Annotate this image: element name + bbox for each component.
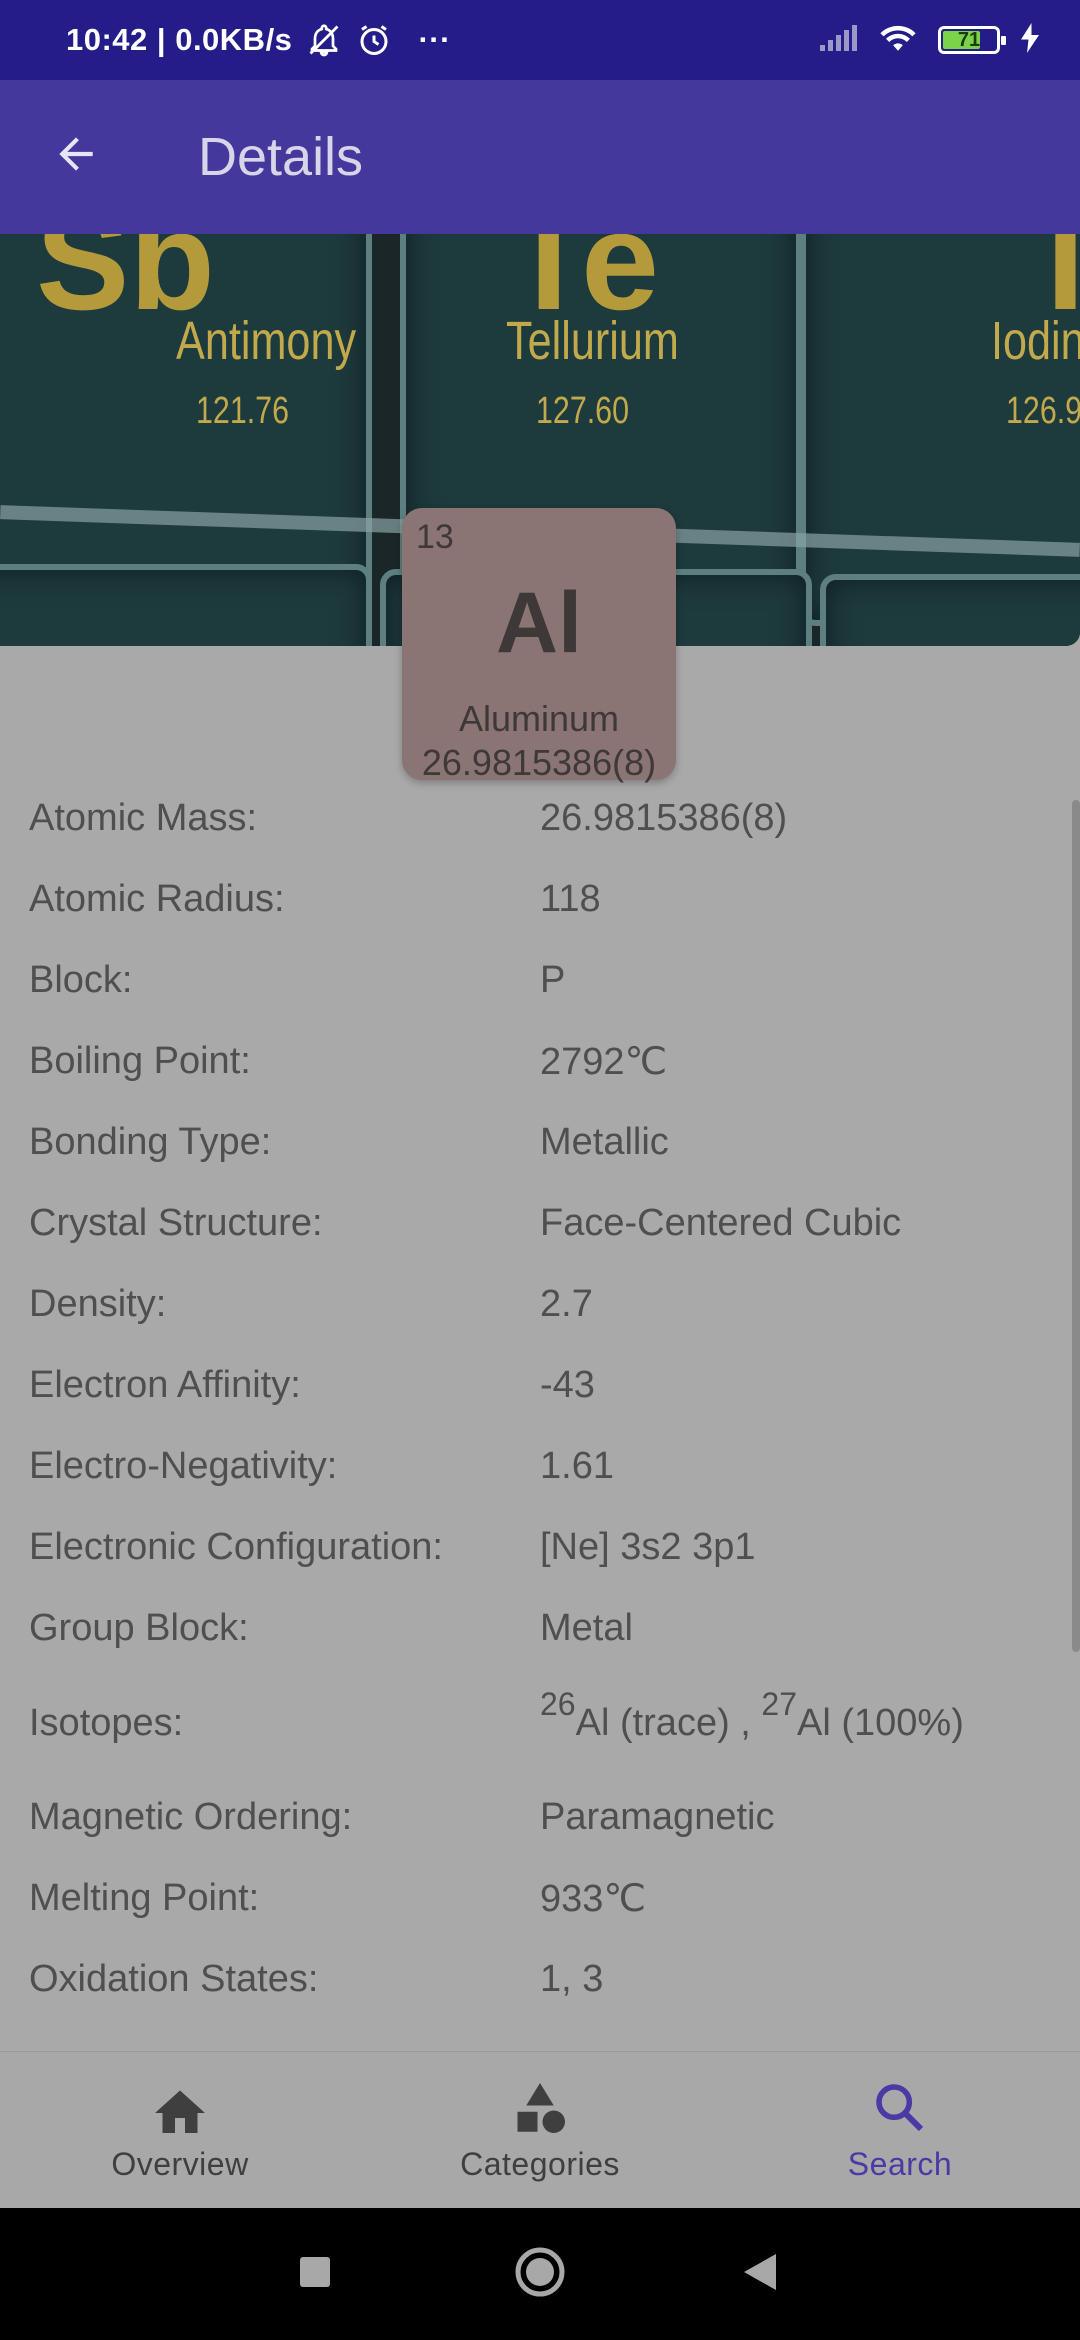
property-value: 1, 3	[540, 1958, 604, 2000]
nav-label: Search	[847, 2146, 953, 2182]
hero-tile-name: Iodin	[991, 311, 1080, 371]
hero-tile-lower	[820, 574, 1080, 646]
property-row: Electro-Negativity: 1.61	[0, 1426, 1060, 1507]
property-row: Bonding Type: Metallic	[0, 1102, 1060, 1183]
wifi-icon	[878, 22, 918, 59]
home-icon	[150, 2078, 210, 2138]
hero-tile-name: Antimony	[176, 311, 357, 371]
property-label: Magnetic Ordering:	[29, 1796, 353, 1838]
property-row: Crystal Structure: Face-Centered Cubic	[0, 1183, 1060, 1264]
hero-tile-name: Tellurium	[506, 311, 679, 371]
nav-overview[interactable]: Overview	[0, 2052, 360, 2208]
nav-search[interactable]: Search	[720, 2052, 1080, 2208]
property-label: Density:	[29, 1283, 167, 1325]
property-row: Density: 2.7	[0, 1264, 1060, 1345]
network-speed: 0.0KB/s	[175, 22, 293, 57]
property-row: Atomic Radius: 118	[0, 859, 1060, 940]
property-value: 2792℃	[540, 1041, 668, 1083]
isotope-mass-number: 27	[761, 1685, 797, 1722]
hero-tile-mass: 121.76	[196, 390, 289, 432]
property-value: Metal	[540, 1607, 633, 1649]
nav-categories[interactable]: Categories	[360, 2052, 720, 2208]
property-label: Bonding Type:	[29, 1121, 272, 1163]
property-label: Block:	[29, 959, 133, 1001]
property-label: Atomic Mass:	[29, 797, 258, 839]
back-button[interactable]	[38, 118, 114, 194]
system-navigation-bar	[0, 2208, 1080, 2340]
mute-notifications-icon	[306, 22, 342, 58]
nav-label: Categories	[460, 2146, 620, 2182]
property-row: Oxidation States: 1, 3	[0, 1939, 1060, 2020]
property-label: Boiling Point:	[29, 1040, 251, 1082]
recents-icon	[298, 2255, 332, 2294]
property-label: Melting Point:	[29, 1877, 260, 1919]
alarm-icon	[356, 22, 392, 58]
status-bar: 10:42 | 0.0KB/s ··· 71	[0, 0, 1080, 80]
hero-tile-mass: 126.9	[1006, 390, 1080, 432]
property-value: 933℃	[540, 1878, 647, 1920]
property-value: P	[540, 959, 566, 1001]
property-value: 118	[540, 878, 601, 920]
property-label: Crystal Structure:	[29, 1202, 323, 1244]
property-label: Oxidation States:	[29, 1958, 319, 2000]
property-row: Group Block: Metal	[0, 1588, 1060, 1669]
nav-label: Overview	[111, 2146, 249, 2182]
hero-tile: I Iodin 126.9	[800, 234, 1080, 626]
property-label: Electro-Negativity:	[29, 1445, 338, 1487]
status-right: 71	[818, 0, 1040, 80]
property-value: -43	[540, 1364, 595, 1406]
property-row: Magnetic Ordering: Paramagnetic	[0, 1777, 1060, 1858]
search-icon	[872, 2078, 928, 2138]
property-label: Atomic Radius:	[29, 878, 285, 920]
element-mass: 26.9815386(8)	[421, 742, 657, 783]
element-number: 13	[416, 518, 454, 556]
signal-icon	[818, 23, 858, 58]
property-value: Paramagnetic	[540, 1796, 775, 1838]
more-dots: ···	[418, 22, 451, 57]
property-value: 26.9815386(8)	[540, 797, 788, 839]
property-value: Metallic	[540, 1121, 669, 1163]
page-title: Details	[198, 127, 364, 187]
bottom-navigation: Overview Categories Search	[0, 2052, 1080, 2208]
home-circle-icon	[513, 2245, 567, 2304]
property-value: [Ne] 3s2 3p1	[540, 1526, 756, 1568]
back-nav-button[interactable]	[700, 2208, 820, 2340]
property-value: Face-Centered Cubic	[540, 1202, 902, 1244]
categories-icon	[510, 2078, 570, 2138]
hero-tile-lower	[0, 564, 372, 646]
property-row: Electron Affinity: -43	[0, 1345, 1060, 1426]
property-row: Electronic Configuration: [Ne] 3s2 3p1	[0, 1507, 1060, 1588]
property-row-isotopes: Isotopes: 26Al (trace) , 27Al (100%)	[0, 1669, 1060, 1777]
property-row: Boiling Point: 2792℃	[0, 1021, 1060, 1102]
property-row: Block: P	[0, 940, 1060, 1021]
property-list: Atomic Mass: 26.9815386(8) Atomic Radius…	[0, 778, 1060, 2020]
scrollbar[interactable]	[1072, 800, 1080, 1652]
battery-icon: 71	[938, 26, 1006, 54]
status-time: 10:42	[66, 22, 148, 57]
app-bar: Details	[0, 80, 1080, 234]
status-left: 10:42 | 0.0KB/s ···	[66, 22, 451, 58]
property-label: Group Block:	[29, 1607, 249, 1649]
back-triangle-icon	[742, 2252, 778, 2297]
property-label: Isotopes:	[29, 1701, 184, 1744]
isotope-text: Al (trace) ,	[575, 1701, 762, 1744]
property-row: Melting Point: 933℃	[0, 1858, 1060, 1939]
charging-icon	[1020, 22, 1040, 58]
property-label: Electron Affinity:	[29, 1364, 301, 1406]
home-button[interactable]	[480, 2208, 600, 2340]
isotope-mass-number: 26	[540, 1685, 576, 1722]
property-value: 1.61	[540, 1445, 614, 1487]
property-value: 2.7	[540, 1283, 593, 1325]
property-row: Atomic Mass: 26.9815386(8)	[0, 778, 1060, 859]
isotope-text: Al (100%)	[797, 1701, 964, 1744]
element-name: Aluminum	[458, 698, 620, 739]
arrow-back-icon	[51, 129, 101, 184]
recents-button[interactable]	[255, 2208, 375, 2340]
hero-tile-mass: 127.60	[536, 390, 629, 432]
property-label: Electronic Configuration:	[29, 1526, 443, 1568]
element-card: 13 Al Aluminum 26.9815386(8)	[402, 508, 676, 783]
isotopes-value: 26Al (trace) , 27Al (100%)	[540, 1688, 964, 1745]
element-symbol: Al	[496, 575, 582, 671]
